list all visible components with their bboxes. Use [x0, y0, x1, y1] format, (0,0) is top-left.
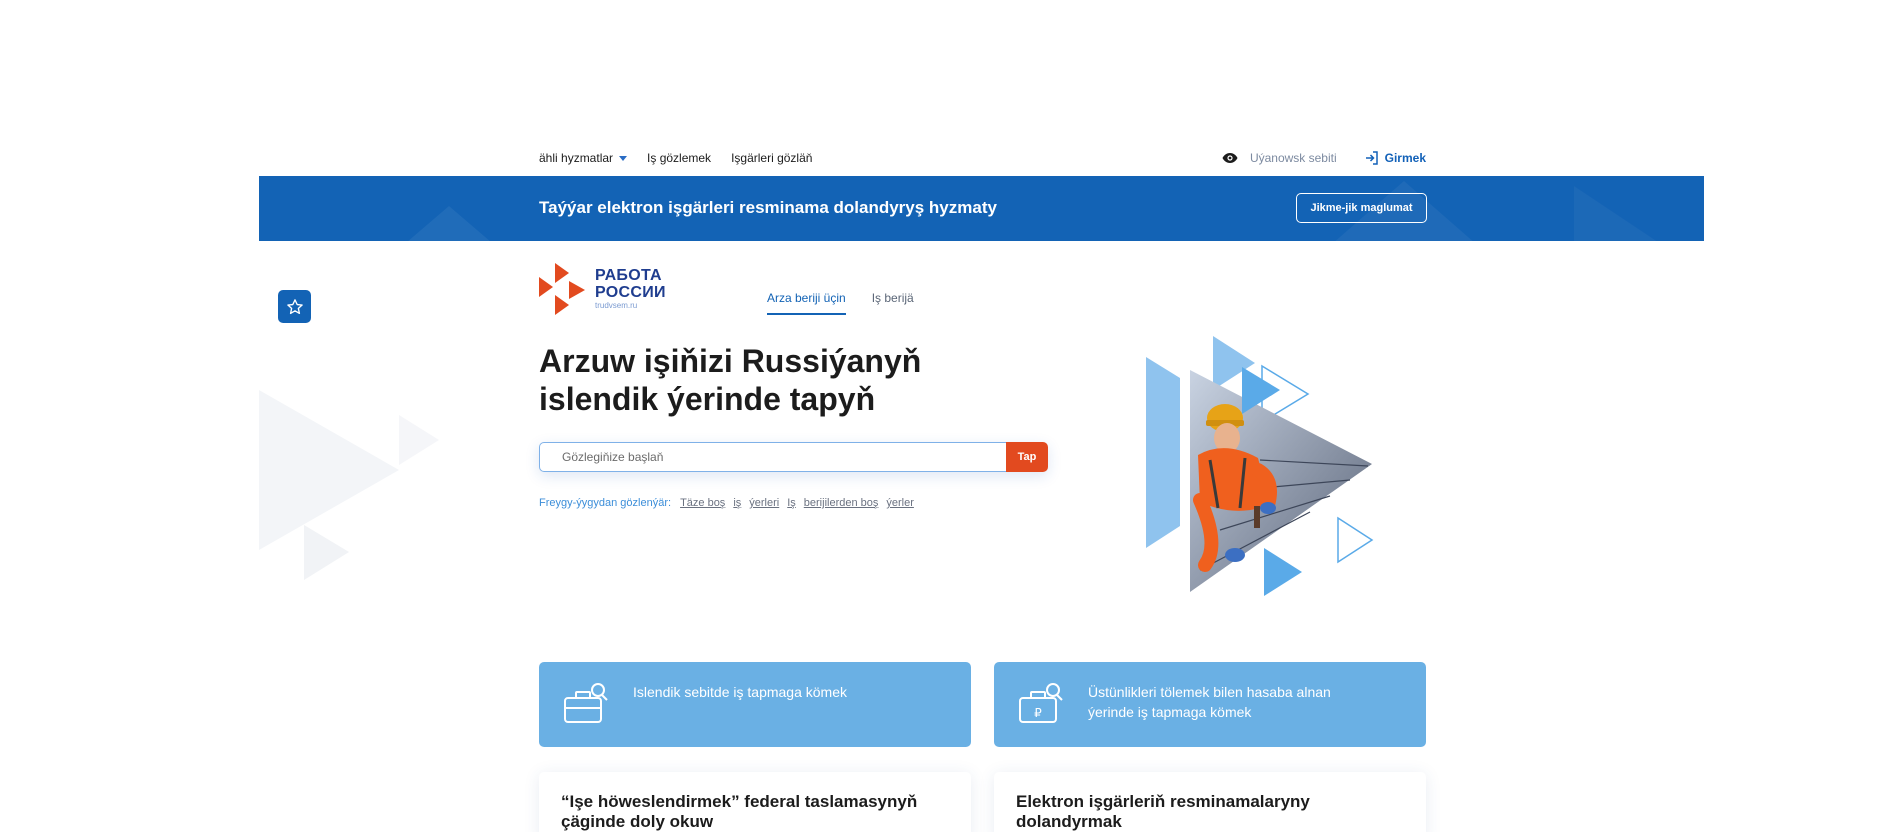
frequent-search-link[interactable]: ýerleri	[749, 497, 779, 509]
promo-banner: Taýýar elektron işgärleri resminama dola…	[259, 176, 1704, 241]
star-icon	[286, 298, 303, 314]
tab-employer[interactable]: Iş berijä	[872, 286, 914, 315]
frequent-search-link[interactable]: Iş	[787, 497, 796, 509]
card-federal-training[interactable]: “Işe höweslendirmek” federal taslamasyny…	[539, 772, 971, 832]
search-button[interactable]: Tap	[1006, 442, 1048, 472]
logo-domain: trudvsem.ru	[595, 300, 638, 310]
card-regional-help[interactable]: Islendik sebitde iş tapmaga kömek	[539, 662, 971, 747]
frequent-search-link[interactable]: ýerler	[886, 497, 914, 509]
all-services-menu[interactable]: ähli hyzmatlar	[539, 151, 628, 165]
logo-text: РАБОТА РОССИИ trudvsem.ru	[595, 267, 666, 310]
logo-mark-icon	[539, 263, 585, 315]
banner-decoration	[379, 206, 519, 241]
briefcase-search-icon	[564, 683, 608, 723]
card-relocation-help[interactable]: ₽ Üstünlikleri tölemek bilen hasaba alna…	[994, 662, 1426, 747]
frequent-searches-label: Freygy-ýygydan gözlenýär:	[539, 497, 672, 509]
card-relocation-help-line-2: ýerinde iş tapmaga kömek	[1088, 704, 1252, 720]
card-relocation-help-text: Üstünlikleri tölemek bilen hasaba alnan …	[1088, 682, 1331, 722]
background-decoration	[259, 390, 439, 580]
site-logo[interactable]: РАБОТА РОССИИ trudvsem.ru	[539, 263, 666, 315]
favorites-button[interactable]	[278, 290, 311, 323]
login-label: Girmek	[1384, 151, 1426, 165]
card-electronic-documents-line-1: Elektron işgärleriň resminamalaryny	[1016, 792, 1310, 811]
frequent-search-link[interactable]: berijilerden boş	[804, 497, 879, 509]
page-title-line-1: Arzuw işiňizi Russiýanyň	[539, 343, 922, 379]
login-icon	[1365, 151, 1378, 165]
region-selector[interactable]: Uýanowsk sebiti	[1222, 151, 1337, 165]
top-navigation: ähli hyzmatlar Iş gözlemek Işgärleri göz…	[539, 146, 1426, 170]
chevron-down-icon	[619, 155, 628, 161]
frequent-searches: Freygy-ýygydan gözlenýär: Täze boş iş ýe…	[539, 497, 922, 509]
top-nav-right: Uýanowsk sebiti Girmek	[1222, 151, 1426, 165]
card-relocation-help-line-1: Üstünlikleri tölemek bilen hasaba alnan	[1088, 684, 1331, 700]
job-search-link[interactable]: Iş gözlemek	[647, 151, 711, 165]
worker-search-link[interactable]: Işgärleri gözläň	[731, 151, 812, 165]
card-electronic-documents[interactable]: Elektron işgärleriň resminamalaryny dola…	[994, 772, 1426, 832]
eye-icon	[1222, 153, 1238, 163]
svg-text:₽: ₽	[1034, 706, 1042, 720]
audience-tabs: Arza beriji üçin Iş berijä	[767, 286, 940, 315]
worker-illustration	[1146, 336, 1374, 596]
logo-line-1: РАБОТА	[595, 267, 662, 284]
region-label: Uýanowsk sebiti	[1249, 151, 1337, 165]
tab-applicant[interactable]: Arza beriji üçin	[767, 286, 846, 315]
page-title-line-2: islendik ýerinde tapyň	[539, 381, 876, 417]
login-button[interactable]: Girmek	[1365, 151, 1426, 165]
frequent-search-link[interactable]: iş	[733, 497, 741, 509]
briefcase-ruble-icon: ₽	[1019, 683, 1063, 723]
card-electronic-documents-line-2: dolandyrmak	[1016, 812, 1122, 831]
search-input[interactable]	[539, 442, 1006, 472]
banner-decoration	[1574, 186, 1664, 241]
card-federal-training-line-1: “Işe höweslendirmek” federal taslamasyny…	[561, 792, 918, 811]
frequent-search-link[interactable]: Täze boş	[680, 497, 725, 509]
all-services-label: ähli hyzmatlar	[539, 151, 614, 165]
banner-title: Taýýar elektron işgärleri resminama dola…	[539, 198, 997, 217]
card-regional-help-text: Islendik sebitde iş tapmaga kömek	[633, 684, 847, 700]
banner-details-button[interactable]: Jikme-jik maglumat	[1296, 193, 1427, 223]
card-federal-training-line-2: çäginde doly okuw	[561, 812, 714, 831]
search-bar: Tap	[539, 442, 1048, 472]
page-title: Arzuw işiňizi Russiýanyň islendik ýerind…	[539, 342, 1039, 418]
logo-line-2: РОССИИ	[595, 283, 666, 301]
